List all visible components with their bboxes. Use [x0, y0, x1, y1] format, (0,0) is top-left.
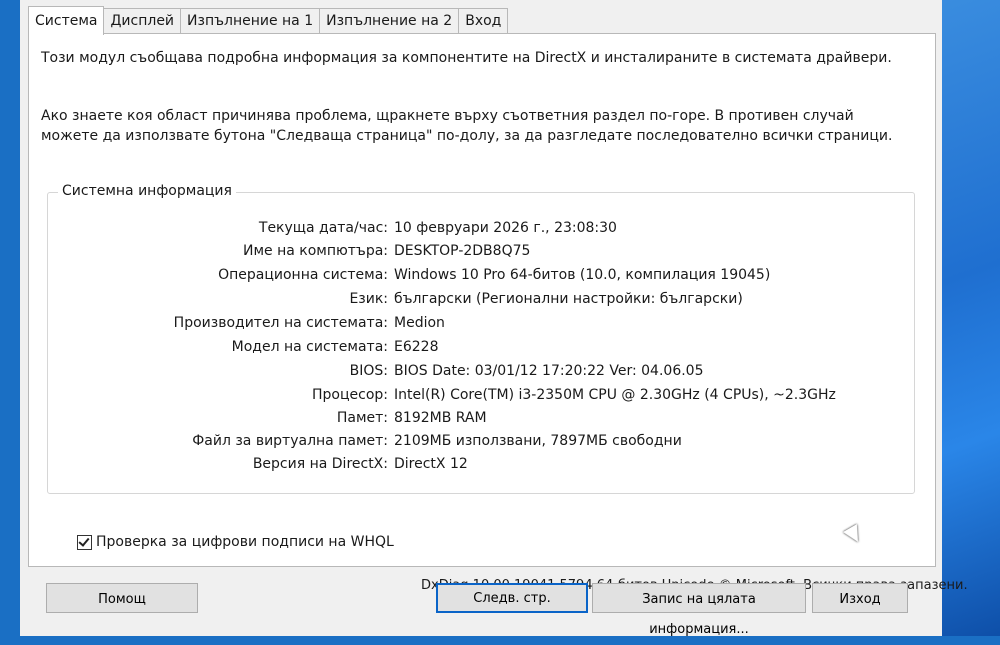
- help-button[interactable]: Помощ: [46, 583, 198, 613]
- tab-render-2[interactable]: Изпълнение на 2: [319, 8, 460, 33]
- info-value: BIOS Date: 03/01/12 17:20:22 Ver: 04.06.…: [394, 363, 704, 379]
- info-label: Памет:: [336, 410, 388, 426]
- whql-checkbox[interactable]: [77, 534, 92, 550]
- info-value: 8192MB RAM: [394, 410, 487, 426]
- info-value: български (Регионални настройки: българс…: [394, 291, 743, 307]
- info-row-memory: Памет: 8192MB RAM: [48, 407, 908, 429]
- info-value: Windows 10 Pro 64-битов (10.0, компилаци…: [394, 267, 771, 283]
- info-label: Текуща дата/час:: [258, 220, 388, 236]
- intro-hint-text: Ако знаете коя област причинява проблема…: [41, 108, 893, 144]
- info-value: 10 февруари 2026 г., 23:08:30: [394, 220, 617, 236]
- system-panel: Този модул съобщава подробна информация …: [28, 33, 968, 593]
- info-value: Medion: [394, 315, 445, 331]
- group-title: Системна информация: [58, 183, 236, 199]
- info-row-manufacturer: Производител на системата: Medion: [48, 312, 908, 334]
- tab-render-1[interactable]: Изпълнение на 1: [180, 8, 321, 33]
- info-label: Модел на системата:: [231, 339, 388, 355]
- info-row-language: Език: български (Регионални настройки: б…: [48, 288, 908, 310]
- intro-text: Този модул съобщава подробна информация …: [41, 50, 892, 66]
- info-row-bios: BIOS: BIOS Date: 03/01/12 17:20:22 Ver: …: [48, 360, 908, 382]
- info-label: BIOS:: [349, 363, 388, 379]
- info-row-processor: Процесор: Intel(R) Core(TM) i3-2350M CPU…: [48, 384, 908, 406]
- info-row-datetime: Текуща дата/час: 10 февруари 2026 г., 23…: [48, 217, 908, 239]
- info-label: Операционна система:: [218, 267, 388, 283]
- info-value: DirectX 12: [394, 456, 468, 472]
- tab-bar: Система Дисплей Изпълнение на 1 Изпълнен…: [28, 6, 509, 35]
- tab-display[interactable]: Дисплей: [103, 8, 182, 33]
- dxdiag-window: Система Дисплей Изпълнение на 1 Изпълнен…: [20, 0, 968, 637]
- info-label: Производител на системата:: [173, 315, 388, 331]
- info-value: E6228: [394, 339, 439, 355]
- info-label: Процесор:: [312, 387, 388, 403]
- info-row-computer-name: Име на компютъра: DESKTOP-2DB8Q75: [48, 240, 908, 262]
- info-label: Файл за виртуална памет:: [192, 433, 388, 449]
- info-label: Език:: [349, 291, 388, 307]
- info-value: 2109МБ използвани, 7897МБ свободни: [394, 433, 682, 449]
- exit-button[interactable]: Изход: [812, 583, 908, 613]
- tab-system[interactable]: Система: [28, 6, 105, 35]
- info-row-directx: Версия на DirectX: DirectX 12: [48, 453, 908, 475]
- save-all-info-button[interactable]: Запис на цялата информация...: [592, 583, 806, 637]
- whql-label[interactable]: Проверка за цифрови подписи на WHQL: [96, 534, 394, 550]
- system-info-group: Системна информация Текуща дата/час: 10 …: [47, 183, 915, 494]
- whql-checkbox-row[interactable]: Проверка за цифрови подписи на WHQL: [77, 534, 394, 550]
- next-page-button[interactable]: Следв. стр.: [436, 583, 588, 613]
- info-row-model: Модел на системата: E6228: [48, 336, 908, 358]
- tab-input[interactable]: Вход: [458, 8, 509, 33]
- info-row-os: Операционна система: Windows 10 Pro 64-б…: [48, 264, 908, 286]
- info-value: DESKTOP-2DB8Q75: [394, 243, 531, 259]
- info-value: Intel(R) Core(TM) i3-2350M CPU @ 2.30GHz…: [394, 387, 836, 403]
- info-row-pagefile: Файл за виртуална памет: 2109МБ използва…: [48, 430, 908, 452]
- info-label: Име на компютъра:: [242, 243, 388, 259]
- info-label: Версия на DirectX:: [252, 456, 388, 472]
